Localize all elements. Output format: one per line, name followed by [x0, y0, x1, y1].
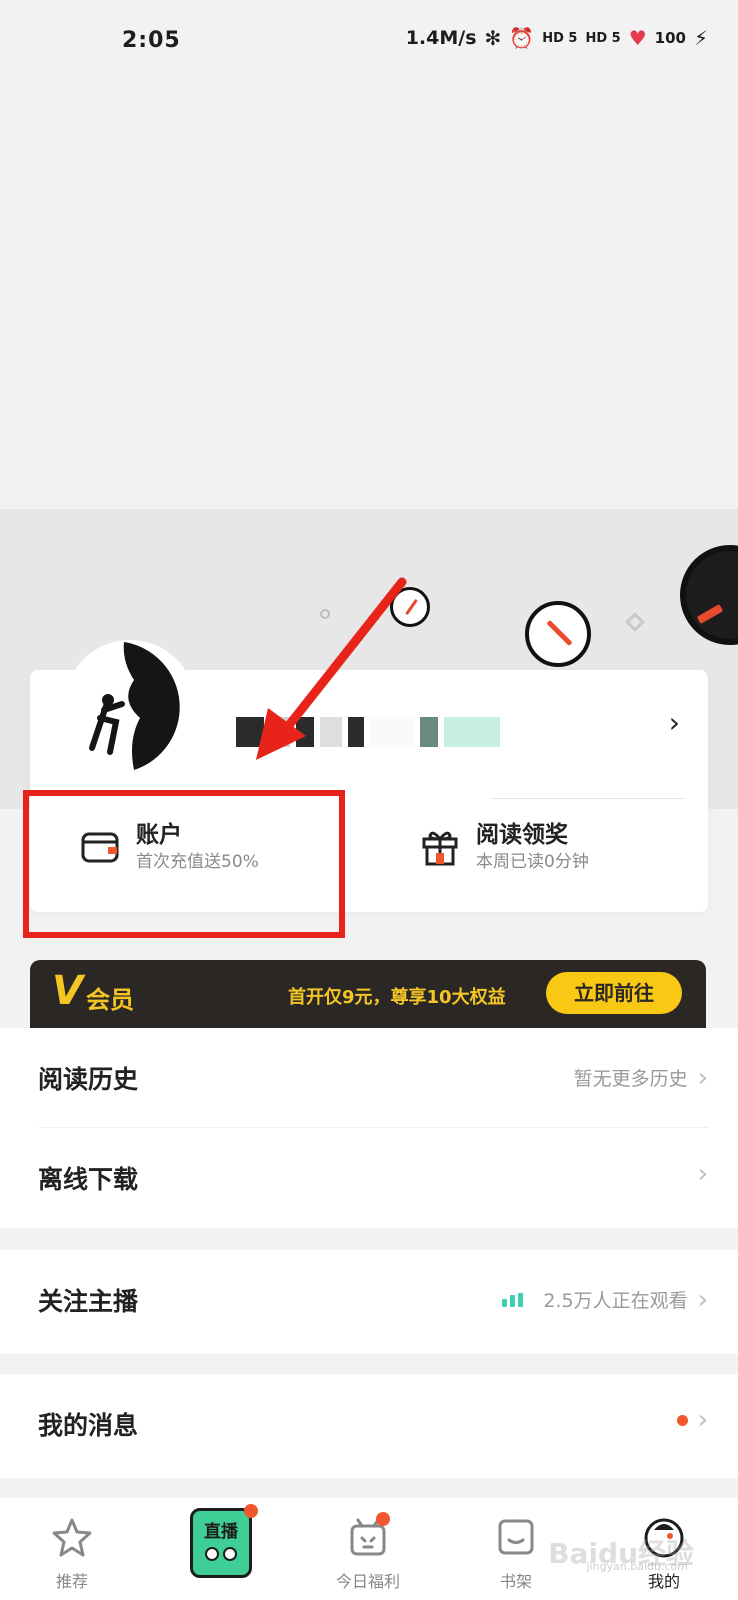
follow-anchor-label: 关注主播	[38, 1287, 139, 1316]
follow-anchor-row[interactable]: 关注主播 2.5万人正在观看 ›	[0, 1250, 738, 1350]
vip-promo-text: 首开仅9元，尊享10大权益	[288, 987, 506, 1008]
header-blank-area	[0, 84, 738, 509]
reward-title: 阅读领奖	[476, 822, 568, 848]
live-bars-icon	[502, 1292, 524, 1307]
status-bar: 2:05 1.4M/s ✻ ⏰ HD 5 HD 5 ♥ 100 ⚡	[0, 0, 738, 84]
chevron-right-icon: ›	[697, 1062, 708, 1093]
bookshelf-icon	[498, 1519, 534, 1555]
username-blurred	[236, 714, 516, 750]
status-time: 2:05	[122, 28, 181, 53]
signal-2: HD 5	[585, 30, 621, 46]
live-viewers-text: 2.5万人正在观看	[543, 1290, 688, 1312]
profile-chevron-icon[interactable]: ›	[669, 706, 680, 739]
reading-history-row[interactable]: 阅读历史 暂无更多历史 ›	[0, 1028, 738, 1128]
nav-recommend-label: 推荐	[55, 1572, 88, 1591]
annotation-highlight-box	[23, 790, 345, 938]
live-face-icon	[205, 1547, 237, 1563]
vip-v-logo: V	[52, 968, 83, 1014]
vip-banner[interactable]: V 会员 首开仅9元，尊享10大权益 立即前往	[30, 960, 706, 1028]
live-badge	[244, 1504, 258, 1518]
clock-icon	[525, 601, 591, 667]
bluetooth-icon: ✻	[484, 26, 502, 50]
offline-download-label: 离线下载	[38, 1165, 139, 1194]
chevron-right-icon: ›	[697, 1284, 708, 1315]
my-messages-label: 我的消息	[38, 1411, 139, 1440]
avatar-climber-image	[64, 640, 196, 772]
heart-icon: ♥	[628, 26, 647, 50]
welfare-badge	[376, 1512, 390, 1526]
clock-icon	[390, 587, 430, 627]
network-speed: 1.4M/s	[405, 27, 477, 49]
decor-dot	[320, 609, 330, 619]
chevron-right-icon: ›	[697, 1405, 708, 1435]
vip-go-button[interactable]: 立即前往	[546, 972, 682, 1014]
reading-history-label: 阅读历史	[38, 1065, 139, 1094]
decor-diamond	[625, 612, 645, 632]
nav-live-label: 直播	[204, 1522, 238, 1542]
status-icons: 1.4M/s ✻ ⏰ HD 5 HD 5 ♥ 100 ⚡	[406, 26, 708, 50]
menu-section-1: 阅读历史 暂无更多历史 › 离线下载 ›	[0, 1028, 738, 1228]
divider	[490, 798, 686, 799]
signal-1: HD 5	[542, 30, 578, 46]
clock-icon	[680, 545, 738, 645]
nav-recommend[interactable]: 推荐	[12, 1498, 132, 1600]
gift-icon	[422, 831, 458, 866]
chevron-right-icon: ›	[697, 1159, 708, 1189]
alarm-icon: ⏰	[509, 26, 535, 50]
avatar[interactable]	[64, 640, 196, 772]
offline-download-row[interactable]: 离线下载 ›	[0, 1128, 738, 1228]
menu-section-2: 关注主播 2.5万人正在观看 ›	[0, 1250, 738, 1354]
star-icon	[52, 1518, 92, 1557]
nav-live[interactable]: 直播	[190, 1508, 252, 1578]
reading-history-status: 暂无更多历史	[573, 1068, 688, 1090]
vip-label: 会员	[86, 986, 134, 1014]
charging-icon: ⚡	[693, 26, 708, 50]
menu-section-3: 我的消息 ›	[0, 1374, 738, 1478]
reading-reward-entry[interactable]: 阅读领奖 本周已读0分钟	[420, 812, 589, 882]
watermark-url: jingyan.baidu.com	[586, 1560, 688, 1573]
my-messages-row[interactable]: 我的消息 ›	[0, 1374, 738, 1474]
reward-subtitle: 本周已读0分钟	[476, 852, 589, 872]
nav-welfare[interactable]: 今日福利	[308, 1498, 428, 1600]
unread-dot	[676, 1414, 688, 1426]
battery-level: 100	[654, 29, 686, 47]
nav-welfare-label: 今日福利	[335, 1572, 400, 1591]
